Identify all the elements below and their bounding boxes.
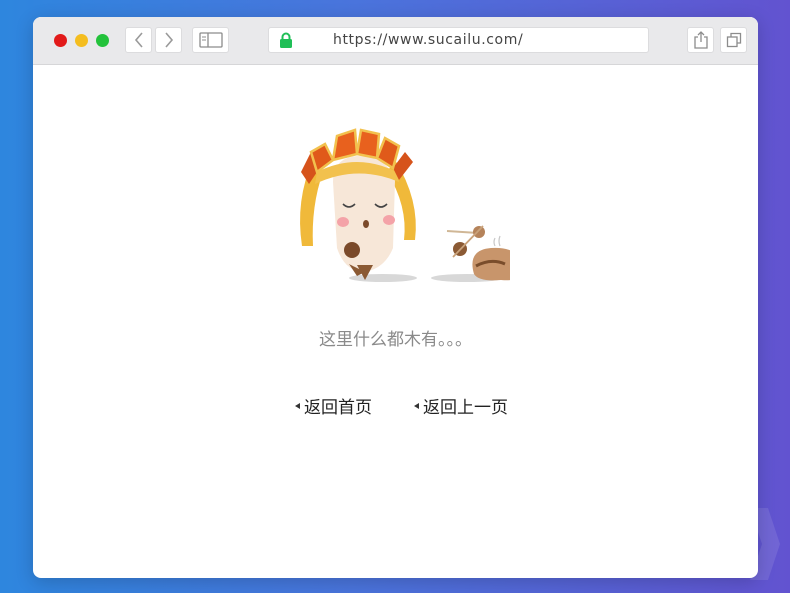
chevron-right-icon	[164, 32, 173, 48]
close-window-button[interactable]	[54, 34, 67, 47]
chevron-left-icon	[134, 32, 143, 48]
address-bar[interactable]: https://www.sucailu.com/	[268, 27, 649, 53]
url-text: https://www.sucailu.com/	[333, 32, 524, 48]
share-icon	[693, 31, 708, 49]
forward-button[interactable]	[155, 27, 182, 53]
sidebar-toggle-button[interactable]	[192, 27, 229, 53]
caret-left-icon	[295, 402, 300, 409]
minimize-window-button[interactable]	[75, 34, 88, 47]
back-to-home-label: 返回首页	[304, 398, 372, 418]
empty-state-illustration	[300, 128, 510, 282]
back-to-home-link[interactable]: 返回首页	[295, 393, 372, 418]
lock-icon	[280, 32, 292, 48]
maximize-window-button[interactable]	[96, 34, 109, 47]
tabs-button[interactable]	[720, 27, 747, 53]
tabs-icon	[726, 32, 741, 48]
sidebar-icon	[198, 32, 223, 48]
empty-state-message: 这里什么都木有。。。	[319, 330, 472, 350]
back-to-previous-label: 返回上一页	[423, 398, 508, 418]
browser-toolbar: https://www.sucailu.com/	[33, 17, 758, 65]
share-button[interactable]	[687, 27, 714, 53]
back-to-previous-link[interactable]: 返回上一页	[414, 393, 508, 418]
back-button[interactable]	[125, 27, 152, 53]
caret-left-icon	[414, 402, 419, 409]
browser-window: https://www.sucailu.com/ 这里什么都木有。。。 返回首页…	[33, 17, 758, 578]
